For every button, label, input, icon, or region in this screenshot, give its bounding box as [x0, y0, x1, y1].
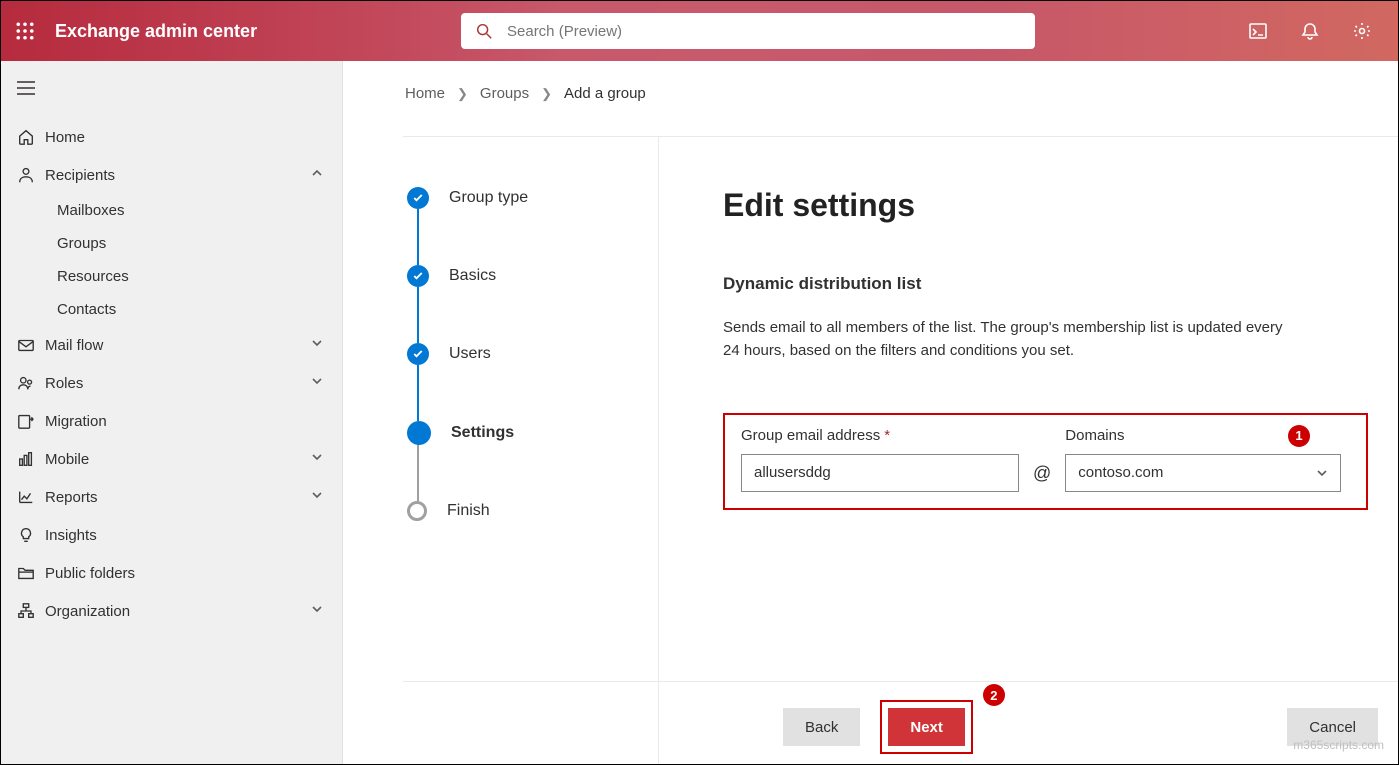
sidebar-item-label: Roles	[45, 375, 310, 392]
wizard-footer: Back 2 Next Cancel	[403, 681, 1398, 754]
watermark: m365scripts.com	[1293, 738, 1384, 752]
sidebar-sub-contacts[interactable]: Contacts	[1, 293, 342, 326]
sidebar-item-migration[interactable]: Migration	[1, 402, 342, 440]
sidebar-item-home[interactable]: Home	[1, 118, 342, 156]
nav-toggle-button[interactable]	[1, 73, 342, 118]
check-icon	[412, 348, 424, 360]
chevron-down-icon	[310, 336, 324, 350]
sidebar-item-mobile[interactable]: Mobile	[1, 440, 342, 478]
annotation-box-2: 2 Next	[880, 700, 973, 754]
app-launcher-button[interactable]	[1, 22, 49, 40]
annotation-badge-1: 1	[1288, 425, 1310, 447]
person-icon	[17, 166, 35, 184]
sidebar-item-mailflow[interactable]: Mail flow	[1, 326, 342, 364]
wizard-step-users[interactable]: Users	[407, 343, 658, 421]
sidebar-item-label: Insights	[45, 527, 324, 544]
sidebar-sub-groups[interactable]: Groups	[1, 227, 342, 260]
sidebar-item-label: Organization	[45, 603, 310, 620]
hamburger-icon	[17, 81, 35, 95]
page-subtitle: Dynamic distribution list	[723, 274, 1368, 294]
chevron-down-icon	[310, 450, 324, 464]
domain-value: contoso.com	[1078, 464, 1163, 481]
page-description: Sends email to all members of the list. …	[723, 316, 1283, 363]
sidebar-sub-resources[interactable]: Resources	[1, 260, 342, 293]
wizard-step-settings[interactable]: Settings	[407, 421, 658, 501]
sidebar-item-recipients[interactable]: Recipients	[1, 156, 342, 194]
search-input[interactable]	[507, 23, 1021, 40]
folders-icon	[17, 564, 35, 582]
wizard-step-label: Settings	[451, 424, 514, 442]
chevron-up-icon	[310, 166, 324, 180]
sidebar-sub-mailboxes[interactable]: Mailboxes	[1, 194, 342, 227]
sidebar-item-organization[interactable]: Organization	[1, 592, 342, 630]
wizard-step-label: Basics	[449, 267, 496, 285]
breadcrumb-current: Add a group	[564, 85, 646, 102]
back-button[interactable]: Back	[783, 708, 860, 746]
chevron-down-icon	[310, 488, 324, 502]
sidebar-item-label: Home	[45, 129, 324, 146]
check-icon	[412, 270, 424, 282]
form-pane: Edit settings Dynamic distribution list …	[659, 137, 1398, 764]
console-icon[interactable]	[1248, 21, 1268, 41]
gear-icon[interactable]	[1352, 21, 1372, 41]
app-header: Exchange admin center	[1, 1, 1398, 61]
wizard-step-finish[interactable]: Finish	[407, 501, 658, 521]
migration-icon	[17, 412, 35, 430]
wizard-step-basics[interactable]: Basics	[407, 265, 658, 343]
search-icon	[475, 22, 493, 40]
chevron-down-icon	[310, 374, 324, 388]
sidebar-item-insights[interactable]: Insights	[1, 516, 342, 554]
sidebar-item-label: Public folders	[45, 565, 324, 582]
roles-icon	[17, 374, 35, 392]
search-box[interactable]	[461, 13, 1035, 49]
mail-icon	[17, 336, 35, 354]
breadcrumb: Home ❯ Groups ❯ Add a group	[343, 61, 1398, 126]
domain-select[interactable]: contoso.com	[1065, 454, 1341, 492]
sidebar-item-label: Reports	[45, 489, 310, 506]
chevron-right-icon: ❯	[457, 86, 468, 102]
sidebar-item-publicfolders[interactable]: Public folders	[1, 554, 342, 592]
chevron-right-icon: ❯	[541, 86, 552, 102]
at-symbol: @	[1029, 463, 1055, 492]
org-icon	[17, 602, 35, 620]
wizard-step-label: Group type	[449, 189, 528, 207]
main-content: Home ❯ Groups ❯ Add a group Group type B…	[343, 61, 1398, 764]
bell-icon[interactable]	[1300, 21, 1320, 41]
insights-icon	[17, 526, 35, 544]
wizard-step-label: Users	[449, 345, 491, 363]
annotation-badge-2: 2	[983, 684, 1005, 706]
chevron-down-icon	[1316, 467, 1328, 479]
wizard-steps: Group type Basics Users Settings	[403, 137, 659, 764]
group-email-input[interactable]	[741, 454, 1019, 492]
wizard-step-label: Finish	[447, 502, 490, 520]
breadcrumb-home[interactable]: Home	[405, 85, 445, 102]
email-label: Group email address*	[741, 427, 1019, 444]
breadcrumb-groups[interactable]: Groups	[480, 85, 529, 102]
annotation-box-1: 1 Group email address* @ Domains contoso…	[723, 413, 1368, 510]
reports-icon	[17, 488, 35, 506]
page-title: Edit settings	[723, 187, 1368, 224]
sidebar-item-reports[interactable]: Reports	[1, 478, 342, 516]
sidebar-item-label: Mail flow	[45, 337, 310, 354]
check-icon	[412, 192, 424, 204]
sidebar-item-label: Migration	[45, 413, 324, 430]
chevron-down-icon	[310, 602, 324, 616]
next-button[interactable]: Next	[888, 708, 965, 746]
app-title: Exchange admin center	[55, 21, 257, 42]
home-icon	[17, 128, 35, 146]
sidebar: Home Recipients Mailboxes Groups Resourc…	[1, 61, 343, 764]
sidebar-item-label: Mobile	[45, 451, 310, 468]
sidebar-item-label: Recipients	[45, 167, 310, 184]
header-actions	[1248, 21, 1398, 41]
wizard-step-grouptype[interactable]: Group type	[407, 187, 658, 265]
sidebar-item-roles[interactable]: Roles	[1, 364, 342, 402]
mobile-icon	[17, 450, 35, 468]
waffle-icon	[16, 22, 34, 40]
